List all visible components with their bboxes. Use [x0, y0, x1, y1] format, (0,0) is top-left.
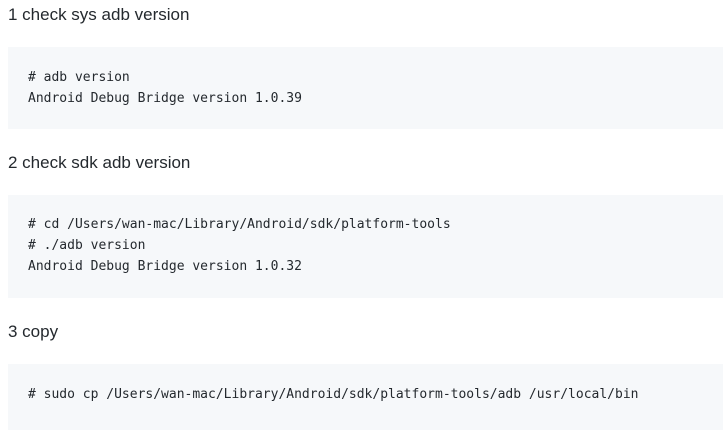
code-block-sdk-adb: # cd /Users/wan-mac/Library/Android/sdk/…: [8, 195, 723, 298]
code-line: Android Debug Bridge version 1.0.32: [28, 259, 302, 274]
code-line: Android Debug Bridge version 1.0.39: [28, 91, 302, 106]
code-block-copy: # sudo cp /Users/wan-mac/Library/Android…: [8, 364, 723, 430]
code-line: # adb version: [28, 70, 130, 85]
section-heading-check-sys-adb: 1 check sys adb version: [8, 5, 190, 24]
code-line: # ./adb version: [28, 238, 146, 253]
code-line: # sudo cp /Users/wan-mac/Library/Android…: [28, 387, 639, 402]
section-heading-check-sdk-adb: 2 check sdk adb version: [8, 153, 191, 172]
code-block-sys-adb: # adb version Android Debug Bridge versi…: [8, 47, 723, 129]
section-heading-copy: 3 copy: [8, 322, 59, 341]
code-line: # cd /Users/wan-mac/Library/Android/sdk/…: [28, 217, 451, 232]
